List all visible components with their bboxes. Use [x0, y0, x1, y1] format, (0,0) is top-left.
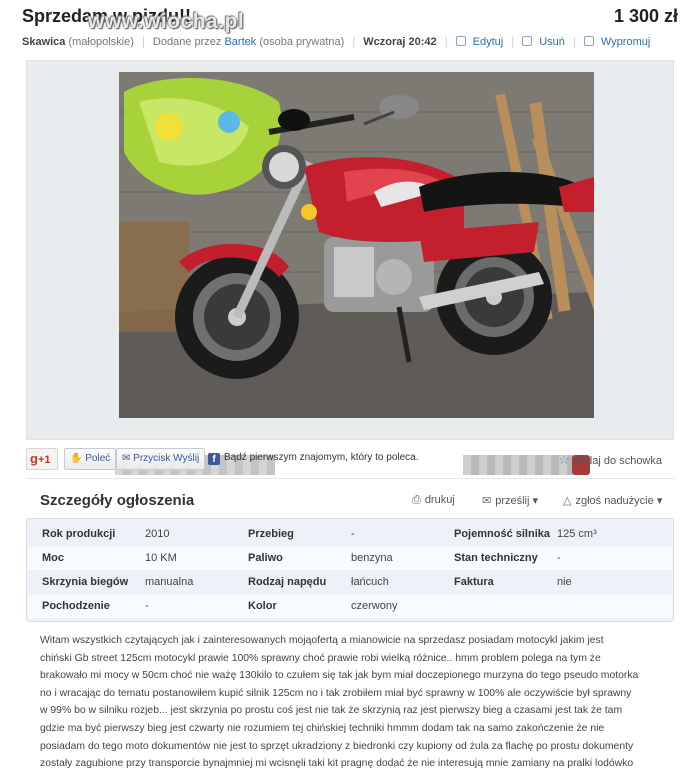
warning-icon: △	[563, 495, 572, 507]
delete-link[interactable]: Usuń	[539, 36, 565, 48]
detail-label: Skrzynia biegów	[42, 576, 129, 588]
divider: |	[352, 36, 356, 48]
detail-label: Kolor	[248, 600, 277, 612]
envelope-icon: ✉	[482, 495, 492, 507]
detail-label: Przebieg	[248, 528, 294, 540]
detail-value: łańcuch	[351, 576, 389, 588]
add-to-clipboard-link[interactable]: ☆ dodaj do schowka	[558, 452, 662, 468]
send-label: prześlij	[495, 495, 530, 507]
chevron-down-icon: ▾	[532, 495, 539, 507]
description-line: posiadam do tego moto dokumentów nie jes…	[40, 740, 634, 752]
social-bar: g+1 ✋ Poleć ✉ Przycisk Wyślij f Bądź pier…	[26, 448, 674, 470]
detail-value: 2010	[145, 528, 170, 540]
print-label: drukuj	[424, 494, 455, 506]
detail-label: Pojemność silnika	[454, 528, 550, 540]
send-link[interactable]: ✉ prześlij ▾	[482, 494, 538, 507]
description-line: w 99% bo w silniku rozjeb... jest skrzyn…	[40, 705, 623, 717]
motorcycle-photo[interactable]	[119, 72, 594, 418]
details-title: Szczegóły ogłoszenia	[40, 492, 195, 509]
details-header: Szczegóły ogłoszenia ⎙ drukuj ✉ prześlij ▾…	[26, 478, 674, 518]
ad-date: Wczoraj 20:42	[363, 36, 437, 48]
details-row: Moc 10 KM Paliwo benzyna Stan techniczny -	[28, 547, 672, 570]
detail-label: Faktura	[454, 576, 494, 588]
location-city: Skawica	[22, 36, 66, 48]
details-row: Pochodzenie - Kolor czerwony	[28, 595, 672, 618]
detail-label: Moc	[42, 552, 64, 564]
fb-like-button[interactable]: ✋ Poleć	[64, 448, 117, 470]
report-link[interactable]: △ zgłoś nadużycie ▾	[563, 494, 662, 507]
bookmark-label: dodaj do schowka	[573, 455, 662, 467]
detail-label: Rok produkcji	[42, 528, 116, 540]
thumbs-up-icon: ✋	[70, 453, 83, 464]
motorcycle-image	[119, 72, 594, 418]
author-link[interactable]: Bartek	[224, 36, 256, 48]
detail-value: benzyna	[351, 552, 393, 564]
divider: |	[444, 36, 448, 48]
fb-send-label: Przycisk Wyślij	[133, 453, 200, 464]
printer-icon: ⎙	[412, 494, 421, 506]
description-line: Witam wszystkich czytających jak i zaint…	[40, 635, 604, 646]
edit-link[interactable]: Edytuj	[473, 36, 504, 48]
detail-label: Stan techniczny	[454, 552, 538, 564]
description-line: chiński Gb street 125cm motocykl prawie …	[40, 652, 601, 664]
location-region: (małopolskie)	[68, 36, 134, 48]
detail-value: -	[351, 528, 355, 540]
details-row: Rok produkcji 2010 Przebieg - Pojemność siln…	[28, 523, 672, 546]
detail-value: manualna	[145, 576, 194, 588]
detail-value: czerwony	[351, 600, 398, 612]
added-by-label: Dodane przez	[152, 36, 222, 48]
detail-value: -	[557, 552, 561, 564]
divider: |	[572, 36, 576, 48]
site-watermark: www.wiocha.pl	[88, 10, 245, 33]
report-label: zgłoś nadużycie	[575, 495, 654, 507]
detail-label: Pochodzenie	[42, 600, 110, 612]
fb-like-label: Poleć	[85, 453, 111, 464]
fb-recommend-label: Bądź pierwszym znajomym, który to poleca…	[224, 452, 419, 463]
promote-icon	[583, 36, 594, 46]
detail-value: -	[145, 600, 149, 612]
gplus-label: +1	[37, 454, 51, 466]
divider: |	[511, 36, 515, 48]
ad-header: Sprzedam w pizdu!! www.wiocha.pl 1 300 z…	[0, 0, 700, 58]
detail-value: 10 KM	[145, 552, 177, 564]
fb-send-button[interactable]: ✉ Przycisk Wyślij	[116, 448, 206, 470]
promote-link[interactable]: Wypromuj	[601, 36, 650, 48]
ad-description: Witam wszystkich czytających jak i zaint…	[40, 632, 670, 776]
send-icon: ✉	[122, 453, 131, 464]
detail-label: Paliwo	[248, 552, 283, 564]
details-row: Skrzynia biegów manualna Rodzaj napędu łańc…	[28, 571, 672, 594]
divider: |	[141, 36, 145, 48]
detail-value: nie	[557, 576, 572, 588]
description-line: no i wracając do tematu postanowiłem kup…	[40, 687, 632, 699]
ad-price: 1 300 zł	[613, 6, 678, 26]
fb-recommend-text: f Bądź pierwszym znajomym, który to polec…	[208, 452, 419, 465]
gplus-button[interactable]: g+1	[26, 448, 58, 470]
print-link[interactable]: ⎙ drukuj	[412, 494, 455, 507]
photo-gallery	[26, 60, 674, 475]
star-icon: ☆	[558, 452, 570, 467]
edit-icon	[455, 36, 466, 46]
trash-icon	[522, 36, 533, 46]
gplus-icon: g	[30, 451, 38, 466]
chevron-down-icon: ▾	[656, 495, 663, 507]
detail-label: Rodzaj napędu	[248, 576, 327, 588]
description-line: brakowało mi mocy w 50cm choć nie ważę 1…	[40, 670, 639, 682]
details-table: Rok produkcji 2010 Przebieg - Pojemność siln…	[26, 518, 674, 622]
facebook-icon: f	[208, 453, 220, 465]
ad-meta: Skawica (małopolskie) | Dodane przez Bar…	[22, 36, 650, 48]
description-line: gdzie ma być pierwszy bieg jest czwarty …	[40, 722, 605, 734]
author-type: (osoba prywatna)	[259, 36, 345, 48]
detail-value: 125 cm³	[557, 528, 597, 540]
description-line: zostały zagubione przy transporcie bynaj…	[40, 758, 634, 770]
